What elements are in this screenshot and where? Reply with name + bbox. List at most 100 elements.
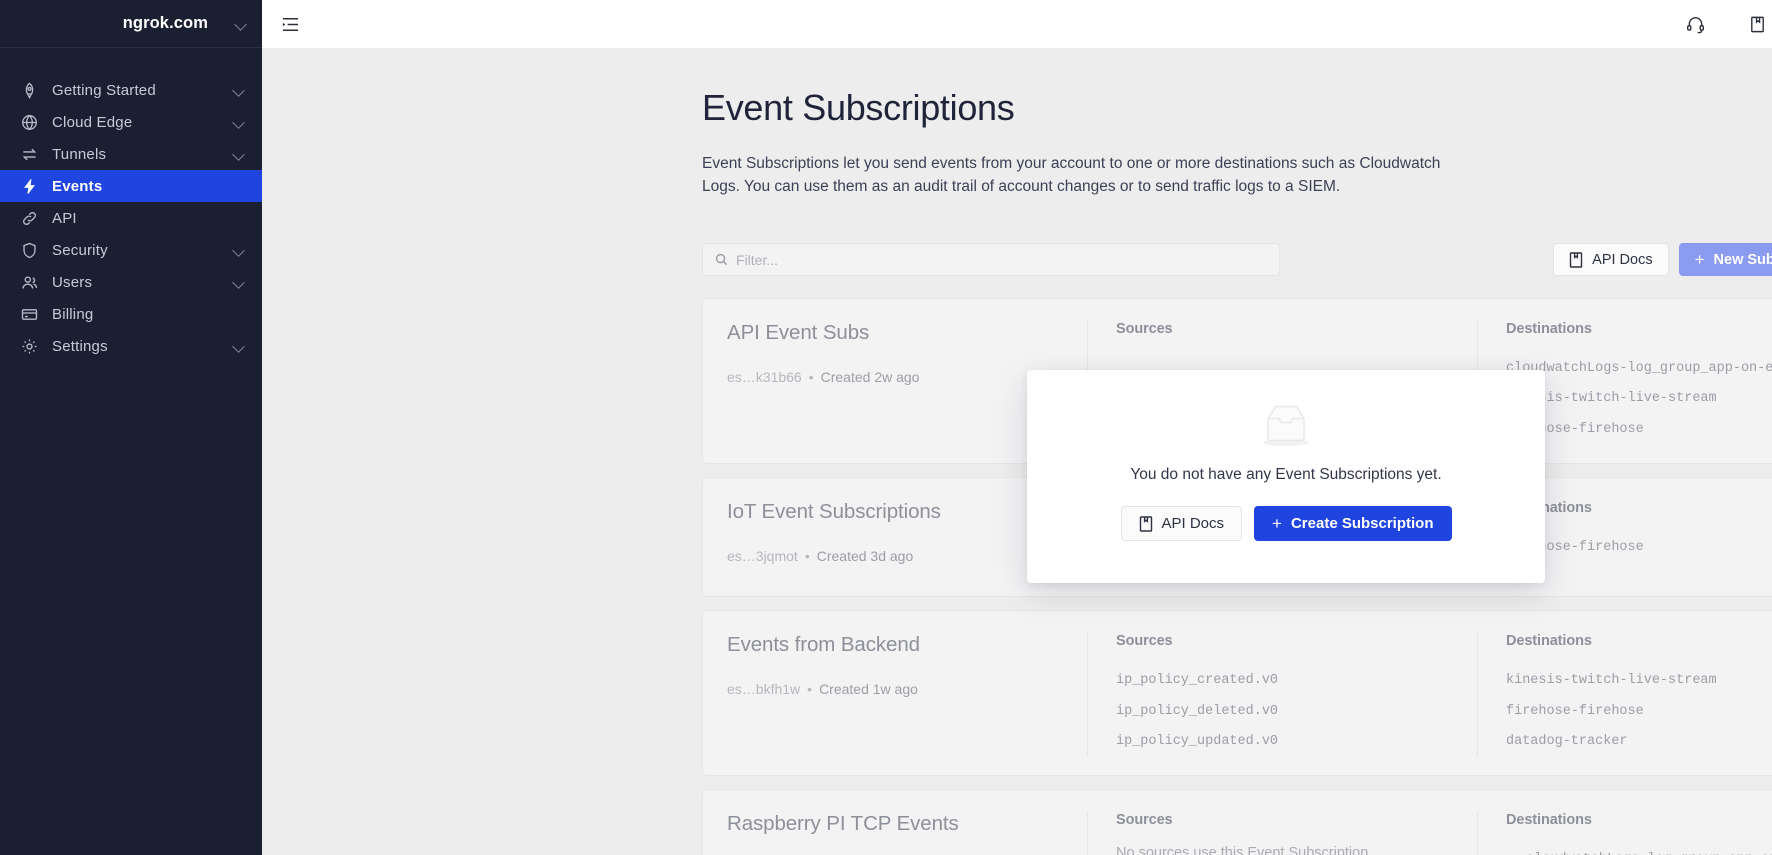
api-docs-label: API Docs [1592,251,1653,268]
card-created-value: 2w ago [874,369,920,386]
sources-list: ip_policy_created.v0 ip_policy_deleted.v0… [1116,666,1449,757]
chevron-down-icon [232,275,246,289]
destinations-list: firehose-firehose [1506,533,1772,563]
topbar [262,0,1772,48]
card-id: es…k31b66 [727,369,802,386]
new-subscription-button[interactable]: + New Subscription [1678,243,1772,277]
destinations-header: Destinations [1506,812,1592,829]
shield-icon [20,241,38,259]
modal-actions: API Docs + Create Subscription [1120,506,1452,541]
chevron-down-icon [232,147,246,161]
destination-label: datadog-tracker [1506,733,1628,749]
rocket-icon [20,81,38,99]
destinations-header: Destinations [1506,633,1592,650]
search-input[interactable] [736,251,1267,268]
card-sources-column: Sources No sources use this Event Subscri… [1088,812,1478,855]
docs-book-icon [1569,251,1583,268]
modal-api-docs-button[interactable]: API Docs [1120,506,1243,541]
modal-api-docs-label: API Docs [1161,515,1225,532]
card-meta: es…bkfh1w • Created 1w ago [727,681,1063,697]
support-headset-icon[interactable] [1684,13,1706,35]
sidebar-item-billing[interactable]: Billing [0,298,262,330]
sidebar-item-api[interactable]: API [0,202,262,234]
meta-separator: • [808,369,814,386]
sidebar-item-settings[interactable]: Settings [0,330,262,362]
sidebar-item-security[interactable]: Security [0,234,262,266]
sidebar-item-label: Getting Started [52,81,156,99]
destinations-list: cloudwatchLogs-log_group_app-on-ec2kines… [1506,845,1772,855]
card-created-value: 3d ago [870,548,914,565]
destination-item: cloudwatchLogs-log_group_app-on-ec2 [1506,354,1772,384]
destination-item: firehose-firehose [1506,697,1772,727]
destination-item: kinesis-twitch-live-stream [1506,384,1772,414]
plus-icon: + [1694,250,1705,270]
destination-item: firehose-firehose [1506,415,1772,445]
chevron-down-icon [234,17,248,31]
card-meta: es…k31b66 • Created 2w ago [727,369,1063,385]
source-item: ip_policy_deleted.v0 [1116,703,1279,719]
link-icon [20,209,38,227]
page-content: Event Subscriptions Event Subscriptions … [262,48,1772,855]
sidebar: ngrok.com Getting Started Cloud Edge Tunne… [0,0,262,855]
users-icon [20,273,38,291]
card-meta: es…3jqmot • Created 3d ago [727,548,1063,564]
sidebar-item-tunnels[interactable]: Tunnels [0,138,262,170]
sources-header: Sources [1116,321,1173,338]
chevron-down-icon [232,115,246,129]
lightning-bolt-icon [20,177,38,195]
card-sources-column: Sources ip_policy_created.v0 ip_policy_del… [1088,633,1478,758]
sidebar-item-users[interactable]: Users [0,266,262,298]
filter-field[interactable] [702,243,1280,277]
create-subscription-button[interactable]: + Create Subscription [1254,506,1452,541]
card-title: IoT Event Subscriptions [727,500,941,524]
arrows-exchange-icon [20,145,38,163]
chevron-down-icon [232,83,246,97]
sources-header: Sources [1116,812,1173,829]
destinations-header: Destinations [1506,321,1592,338]
card-destinations-column: Destinations kinesis-twitch-live-stream fi… [1478,633,1772,757]
page-description: Event Subscriptions let you send events … [702,154,1441,195]
subscription-card[interactable]: Events from Backend es…bkfh1w • Created 1w … [702,610,1772,777]
sidebar-item-label: API [52,209,77,227]
gear-icon [20,337,38,355]
docs-book-icon[interactable] [1746,13,1768,35]
sidebar-nav: Getting Started Cloud Edge Tunnels Events AP… [0,74,262,362]
app-root: ngrok.com Getting Started Cloud Edge Tunne… [0,0,1772,855]
destinations-list: cloudwatchLogs-log_group_app-on-ec2kines… [1506,354,1772,445]
card-created-label: Created [816,548,867,565]
empty-inbox-icon [1263,405,1309,447]
subscription-card[interactable]: Raspberry PI TCP Eventses…hjm600•Created… [702,789,1772,855]
sidebar-item-getting-started[interactable]: Getting Started [0,74,262,106]
meta-separator: • [804,548,810,565]
sources-header: Sources [1116,633,1173,650]
plus-icon: + [1272,514,1282,533]
destination-item: kinesis-twitch-live-stream [1506,666,1772,696]
sidebar-org-switcher[interactable]: ngrok.com [0,0,262,48]
destination-label: kinesis-twitch-live-stream [1506,673,1717,689]
collapse-sidebar-icon[interactable] [279,13,301,35]
docs-book-icon [1139,515,1152,532]
api-docs-button[interactable]: API Docs [1553,243,1669,277]
new-subscription-label: New Subscription [1713,251,1772,268]
source-item: ip_policy_created.v0 [1116,673,1279,689]
sidebar-item-label: Cloud Edge [52,113,133,131]
toolbar: API Docs + New Subscription [702,243,1772,277]
empty-state-message: You do not have any Event Subscriptions … [1130,466,1442,483]
sidebar-item-cloud-edge[interactable]: Cloud Edge [0,106,262,138]
chevron-down-icon [232,243,246,257]
card-name-column: Raspberry PI TCP Eventses…hjm600•Created… [703,812,1088,855]
destination-label: cloudwatchLogs-log_group_app-on-ec2 [1526,845,1772,855]
page-title: Event Subscriptions [702,87,1015,128]
destination-item: firehose-firehose [1506,533,1772,563]
credit-card-icon [20,305,38,323]
card-title: Events from Backend [727,633,920,657]
card-id: es…bkfh1w [727,681,801,698]
sidebar-item-events[interactable]: Events [0,170,262,202]
card-destinations-column: Destinations cloudwatchLogs-log_group_app… [1478,812,1772,855]
org-name: ngrok.com [122,14,208,32]
sidebar-item-label: Security [52,241,108,259]
chevron-down-icon [232,339,246,353]
meta-separator: • [807,681,813,698]
card-title: Raspberry PI TCP Events [727,812,959,836]
sidebar-item-label: Tunnels [52,145,107,163]
